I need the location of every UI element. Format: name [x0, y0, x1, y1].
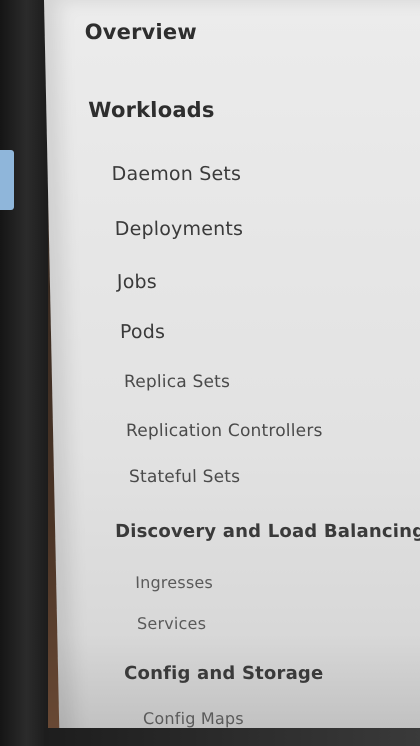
sidebar-item-overview[interactable]: Overview: [84, 20, 197, 44]
sidebar-item-ingresses[interactable]: Ingresses: [135, 573, 213, 592]
sidebar-item-services[interactable]: Services: [137, 614, 206, 633]
sidebar-section-discovery[interactable]: Discovery and Load Balancing: [115, 521, 420, 542]
monitor-bezel: [0, 0, 48, 746]
sidebar-section-workloads[interactable]: Workloads: [88, 98, 215, 122]
sidebar-item-replica-sets[interactable]: Replica Sets: [124, 372, 231, 392]
sidebar-item-jobs[interactable]: Jobs: [117, 271, 157, 293]
sidebar-item-pods[interactable]: Pods: [120, 321, 166, 343]
sidebar-item-stateful-sets[interactable]: Stateful Sets: [129, 467, 241, 487]
sidebar-item-daemon-sets[interactable]: Daemon Sets: [111, 163, 241, 185]
sidebar-item-config-maps[interactable]: Config Maps: [143, 709, 244, 728]
sidebar-panel: Overview Workloads Daemon Sets Deploymen…: [44, 0, 420, 746]
background-light: [0, 150, 14, 210]
photo-frame: Overview Workloads Daemon Sets Deploymen…: [0, 0, 420, 746]
sidebar-item-deployments[interactable]: Deployments: [115, 218, 244, 240]
sidebar-section-config[interactable]: Config and Storage: [124, 663, 324, 684]
sidebar-item-replication-controllers[interactable]: Replication Controllers: [126, 421, 323, 441]
monitor-bottom-edge: [44, 728, 420, 746]
